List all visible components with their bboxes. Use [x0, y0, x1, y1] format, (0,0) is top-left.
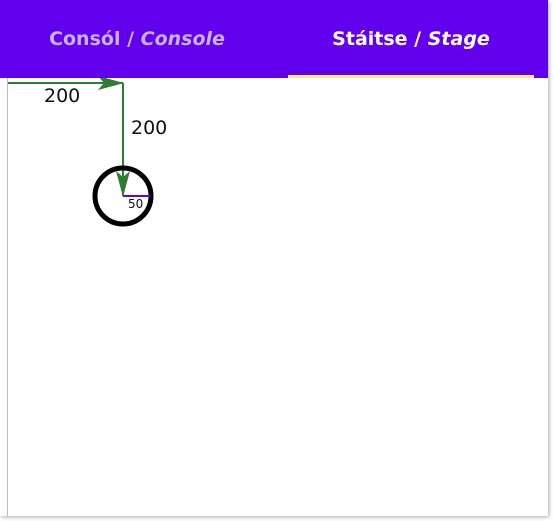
- tab-stage[interactable]: Stáitse / Stage: [274, 0, 548, 78]
- stage-canvas[interactable]: 200 200 50: [0, 78, 548, 516]
- tab-stage-label-ga: Stáitse: [332, 28, 408, 50]
- tab-console-label-ga: Consól: [49, 28, 121, 50]
- radius-label: 50: [128, 197, 143, 211]
- tab-console-label-en: Console: [140, 28, 225, 50]
- stage-drawing: 200 200 50: [8, 78, 167, 227]
- tab-bar: Consól / Console Stáitse / Stage: [0, 0, 548, 78]
- app-panel: Consól / Console Stáitse / Stage 200 200…: [0, 0, 548, 516]
- y-offset-label: 200: [131, 117, 167, 139]
- tab-stage-separator: /: [407, 28, 428, 50]
- tab-console[interactable]: Consól / Console: [0, 0, 274, 78]
- tab-console-separator: /: [120, 28, 141, 50]
- tab-stage-label-en: Stage: [427, 28, 490, 50]
- x-offset-label: 200: [44, 85, 80, 107]
